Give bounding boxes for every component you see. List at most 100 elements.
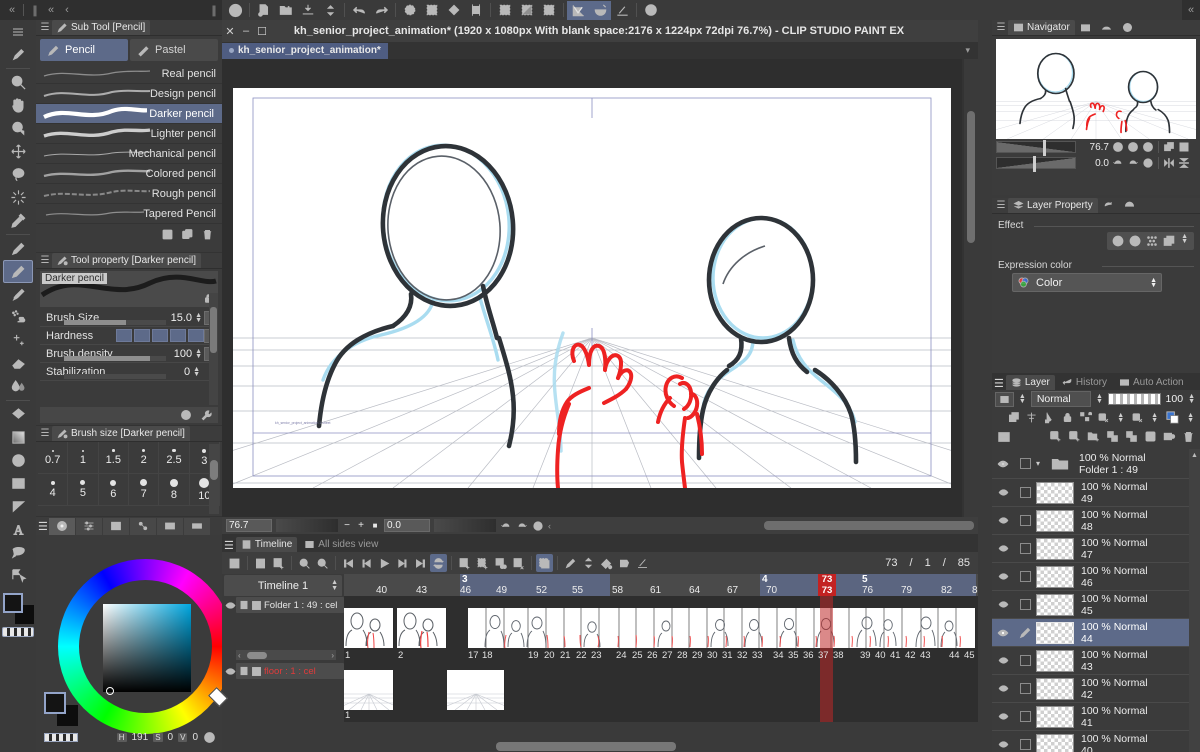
layer-visibility-icon[interactable]: [992, 571, 1014, 582]
deselect-icon[interactable]: [421, 1, 443, 20]
effect-stepper[interactable]: ▲ ▼: [1181, 233, 1188, 248]
sub-tool-group-pastel[interactable]: Pastel: [130, 39, 218, 61]
sub-tool-item-mechanical-pencil[interactable]: Mechanical pencil: [36, 144, 222, 164]
transparent-color-chip[interactable]: [44, 733, 78, 742]
timeline-selector[interactable]: Timeline 1 ▲ ▼: [224, 575, 342, 597]
link-cels-icon[interactable]: [492, 554, 509, 572]
brush-size-cell[interactable]: 2: [129, 442, 160, 474]
text-icon[interactable]: A: [3, 518, 33, 541]
fit-to-screen-button[interactable]: ■: [370, 521, 380, 530]
new-raster-layer-icon[interactable]: [1049, 430, 1062, 443]
navigator-flip-vertical-icon[interactable]: [1178, 157, 1190, 169]
go-to-start-icon[interactable]: [340, 554, 357, 572]
layer-row[interactable]: 100 % Normal 43: [992, 647, 1200, 675]
hand-icon[interactable]: [3, 94, 33, 117]
tab-timeline[interactable]: Timeline: [235, 537, 298, 552]
status-collapse-icon[interactable]: ‹: [548, 521, 551, 531]
color-mode-icon[interactable]: [203, 731, 216, 744]
layer-checkbox[interactable]: [1014, 543, 1036, 554]
brush-size-scrollbar[interactable]: [209, 444, 219, 514]
layer-checkbox[interactable]: [1014, 739, 1036, 750]
sub-tool-item-darker-pencil[interactable]: Darker pencil: [36, 104, 222, 124]
layer-checkbox[interactable]: [1014, 711, 1036, 722]
zoom-slider[interactable]: [276, 519, 338, 532]
layer-edit-icon[interactable]: [1014, 626, 1036, 639]
layer-row[interactable]: 100 % Normal 45: [992, 591, 1200, 619]
loop-playback-icon[interactable]: [430, 554, 447, 572]
blend-mode-select[interactable]: Normal: [1030, 391, 1091, 407]
layer-visibility-icon[interactable]: [992, 487, 1014, 498]
mask-enable-icon[interactable]: [1097, 411, 1110, 424]
grip-right-icon[interactable]: ∥: [206, 4, 222, 17]
navigator-zoom-out-icon[interactable]: [1112, 141, 1124, 153]
zoom-out-button[interactable]: −: [342, 520, 352, 531]
onion-chevron-icon[interactable]: [580, 554, 597, 572]
brush-size-row[interactable]: Brush Size 15.0 ▲▼ ↧: [40, 309, 218, 327]
layer-visibility-icon[interactable]: [992, 627, 1014, 639]
layer-row[interactable]: 100 % Normal 49: [992, 479, 1200, 507]
layer-list-scrollbar[interactable]: ▲ ▼: [1189, 449, 1200, 752]
timeline-menu-icon[interactable]: ☰: [224, 539, 234, 552]
tab-all-sides-view[interactable]: All sides view: [299, 537, 383, 552]
sv-picker-handle[interactable]: [106, 687, 114, 695]
layer-color-effect-icon[interactable]: [1162, 234, 1176, 248]
pen-icon[interactable]: [3, 237, 33, 260]
save-options-chevron-icon[interactable]: [319, 1, 341, 20]
tab-menu-chevron-icon[interactable]: ▾: [965, 45, 970, 56]
brush-size-cell[interactable]: 8: [159, 474, 190, 506]
minimize-icon[interactable]: –: [238, 25, 254, 37]
brush-size-cell[interactable]: 0.7: [38, 442, 69, 474]
layer-scroll-up-icon[interactable]: ▲: [1189, 449, 1200, 461]
mask-visibility-icon[interactable]: [1131, 411, 1144, 424]
specify-cels-icon[interactable]: [474, 554, 491, 572]
sub-tool-item-colored-pencil[interactable]: Colored pencil: [36, 164, 222, 184]
layer-row[interactable]: 100 % Normal 47: [992, 535, 1200, 563]
timeline-horizontal-scrollbar[interactable]: [346, 742, 966, 751]
brush-size-stepper[interactable]: ▲ ▼: [195, 312, 202, 324]
navigator-thumbnail[interactable]: [996, 39, 1196, 139]
new-file-icon[interactable]: [253, 1, 275, 20]
auto-select-icon[interactable]: [3, 186, 33, 209]
zoom-in-button[interactable]: +: [356, 520, 366, 531]
sub-tool-item-rough-pencil[interactable]: Rough pencil: [36, 184, 222, 204]
layer-list[interactable]: ▾ 100 % Normal Folder 1 : 49 100 % Norma…: [992, 449, 1200, 752]
reset-icon[interactable]: [180, 409, 192, 421]
light-table-icon[interactable]: [611, 1, 633, 20]
collapse-all-icon[interactable]: «: [4, 4, 20, 16]
layer-visibility-icon[interactable]: [992, 683, 1014, 694]
layer-visibility-icon[interactable]: [992, 739, 1014, 750]
play-icon[interactable]: [376, 554, 393, 572]
zoom-value[interactable]: 76.7: [226, 519, 272, 532]
navigator-fullscreen-icon[interactable]: [1178, 141, 1190, 153]
layer-visibility-icon[interactable]: [992, 599, 1014, 610]
brush-size-cell[interactable]: 5: [68, 474, 99, 506]
quick-mask-icon[interactable]: [538, 1, 560, 20]
collapse-left-icon[interactable]: «: [43, 4, 59, 16]
tab-intermediate-color[interactable]: [156, 517, 183, 535]
merge-down-icon[interactable]: [1125, 430, 1138, 443]
navigator-zoom-in-icon[interactable]: [1127, 141, 1139, 153]
canvas-vscroll-thumb[interactable]: [967, 111, 975, 243]
help-icon[interactable]: [640, 1, 662, 20]
navigator-reset-rotation-icon[interactable]: [1142, 157, 1154, 169]
figure-icon[interactable]: [3, 449, 33, 472]
layer-row[interactable]: 100 % Normal 40: [992, 731, 1200, 752]
main-color-chip[interactable]: [44, 692, 66, 714]
track-mini-scrollbar[interactable]: ‹ ›: [236, 650, 336, 660]
enable-timeline-icon[interactable]: [226, 554, 243, 572]
tool-property-menu-icon[interactable]: ☰: [38, 255, 52, 266]
timeline-cel[interactable]: [344, 670, 394, 710]
grip-icon[interactable]: ∥: [27, 4, 43, 17]
canvas-vertical-scrollbar[interactable]: [964, 59, 978, 517]
import-icon[interactable]: [161, 228, 174, 241]
tab-history[interactable]: History: [1057, 375, 1112, 390]
zoom-in-timeline-icon[interactable]: [314, 554, 331, 572]
new-folder-icon[interactable]: [1087, 430, 1100, 443]
tab-animation-cels[interactable]: [1098, 198, 1119, 213]
timeline-selector-stepper[interactable]: ▲ ▼: [331, 579, 338, 592]
navigator-rotation-slider[interactable]: [996, 156, 1076, 172]
end-frame-value[interactable]: 85: [958, 557, 970, 569]
lock-layer-icon[interactable]: [1061, 411, 1074, 424]
layer-color-swatch-icon[interactable]: [1165, 410, 1180, 425]
canvas-horizontal-scrollbar[interactable]: [764, 521, 974, 530]
